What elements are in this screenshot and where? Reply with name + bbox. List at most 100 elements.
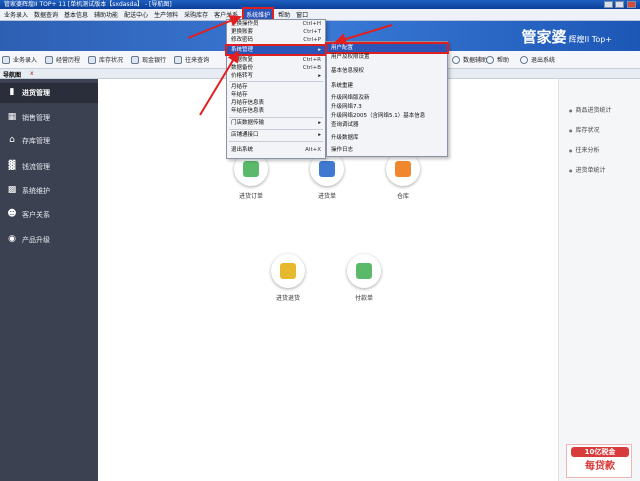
- badge-bottom-text: 每贷款: [585, 461, 615, 472]
- menu-item-data-restore[interactable]: 数据恢复 Ctrl+R: [227, 56, 325, 64]
- tool-label: 经营历程: [56, 57, 81, 64]
- tab-navigation[interactable]: 导航图: [3, 70, 21, 79]
- sales-icon: ▦: [7, 112, 17, 122]
- menu-item-label: 修改密码: [231, 37, 254, 43]
- menu-item-shortcut: Ctrl+R: [302, 57, 321, 63]
- menu-help[interactable]: 帮助: [278, 10, 290, 19]
- exit-icon: [520, 55, 528, 64]
- warehouse-icon: [395, 161, 411, 177]
- link-stock-status[interactable]: 库存状况: [569, 125, 600, 134]
- close-button[interactable]: [627, 1, 636, 8]
- tab-close-icon[interactable]: x: [30, 70, 34, 77]
- sidebar-item-warehouse[interactable]: ⌂ 存库管理: [0, 131, 98, 151]
- sidebar-item-cashflow[interactable]: ▓ 钱流管理: [0, 157, 98, 177]
- tile-label: 仓库: [396, 193, 409, 200]
- tile-purchase-order[interactable]: 进货订单: [231, 152, 271, 200]
- submenu-item-basic-auth[interactable]: 基本信息授权: [327, 67, 447, 75]
- tile-purchase-bill[interactable]: 进货单: [307, 152, 347, 200]
- assist-icon: [452, 55, 460, 64]
- window-title: 管家婆辉煌II TOP+ 11 [单机测试版本【sxdasda】 - [导航图]: [4, 1, 172, 8]
- submenu-item-upgrade-network[interactable]: 升级网络版及新: [327, 94, 447, 102]
- tool-dealings[interactable]: 往来查询: [174, 55, 209, 64]
- menu-item-label: 年结存: [231, 92, 248, 98]
- menu-item-store-transfer[interactable]: 门店数据传输 ▸: [227, 119, 325, 127]
- menu-separator: [229, 81, 323, 82]
- history-icon: [45, 55, 54, 64]
- menu-item-switch-operator[interactable]: 更换操作员 Ctrl+H: [227, 20, 325, 28]
- menu-purchase[interactable]: 采购库存: [184, 10, 208, 19]
- sidebar: ▮ 进货管理 ▦ 销售管理 ⌂ 存库管理 ▓ 钱流管理 ▩ 系统维护 ☻ 客户关…: [0, 79, 98, 481]
- sidebar-item-system[interactable]: ▩ 系统维护: [0, 181, 98, 201]
- tile-circle: [386, 152, 420, 186]
- link-bill-stats[interactable]: 进货单统计: [569, 165, 606, 174]
- submenu-item-upgrade-db[interactable]: 升级数据库: [327, 134, 447, 142]
- menu-item-month-close-info[interactable]: 月结存信息表: [227, 99, 325, 107]
- truck-icon: [319, 161, 335, 177]
- submenu-item-user-config[interactable]: 用户配置: [325, 42, 449, 54]
- menu-item-system-admin[interactable]: 系统管理 ▸: [225, 44, 327, 56]
- menu-assist[interactable]: 辅助功能: [94, 10, 118, 19]
- menu-item-label: 更换操作员: [231, 21, 259, 27]
- truck-icon: ▮: [9, 87, 15, 97]
- tool-history[interactable]: 经营历程: [45, 55, 80, 64]
- submenu-item-rebuild[interactable]: 系统重建: [327, 82, 447, 90]
- tool-label: 数据辅助: [463, 57, 488, 64]
- menu-item-exit[interactable]: 退出系统 Alt+X: [227, 146, 325, 154]
- badge-top-text: 10亿税金: [571, 447, 629, 457]
- menu-item-change-password[interactable]: 修改密码 Ctrl+P: [227, 36, 325, 44]
- tool-label: 业务录入: [13, 57, 38, 64]
- tile-payment[interactable]: 付款单: [344, 254, 384, 302]
- tool-stock[interactable]: 库存状况: [88, 55, 123, 64]
- tile-warehouse[interactable]: 仓库: [383, 152, 423, 200]
- maximize-button[interactable]: [615, 1, 624, 8]
- menu-window[interactable]: 窗口: [296, 10, 308, 19]
- submenu-item-oplog[interactable]: 操作日志: [327, 146, 447, 154]
- menu-business[interactable]: 业务录入: [4, 10, 28, 19]
- menu-item-label: 更换账套: [231, 29, 254, 35]
- menu-item-switch-ledger[interactable]: 更换账套 Ctrl+T: [227, 28, 325, 36]
- submenu-item-debugger[interactable]: 查询调试器: [327, 121, 447, 129]
- submenu-item-permissions[interactable]: 用户及权限设置: [327, 53, 447, 61]
- menu-item-shop-interface[interactable]: 店铺通接口 ▸: [227, 131, 325, 139]
- menu-crm[interactable]: 客户关系: [214, 10, 238, 19]
- menu-item-month-close[interactable]: 月结存: [227, 83, 325, 91]
- tile-label: 付款单: [354, 295, 373, 302]
- tool-business-entry[interactable]: 业务录入: [2, 55, 37, 64]
- sidebar-item-label: 钱流管理: [22, 163, 50, 171]
- sidebar-item-crm[interactable]: ☻ 客户关系: [0, 205, 98, 225]
- tool-label: 现金银行: [142, 57, 167, 64]
- entry-icon: [2, 55, 10, 64]
- menu-query[interactable]: 数据查询: [34, 10, 58, 19]
- tool-label: 库存状况: [99, 57, 124, 64]
- menu-item-data-backup[interactable]: 数据备份 Ctrl+B: [227, 64, 325, 72]
- submenu-item-upgrade-73[interactable]: 升级网络7.3: [327, 103, 447, 111]
- tool-data-assist[interactable]: 数据辅助: [452, 55, 487, 64]
- sidebar-item-label: 进货管理: [22, 89, 50, 97]
- tool-help[interactable]: 帮助: [486, 55, 509, 64]
- submenu-item-upgrade-2005[interactable]: 升级网络2005（含网络5.1）基本信息: [327, 112, 447, 120]
- menu-basic-info[interactable]: 基本信息: [64, 10, 88, 19]
- menu-item-label: 数据备份: [231, 65, 254, 71]
- menu-item-shortcut: Ctrl+T: [303, 29, 321, 35]
- tile-label: 进货退货: [275, 295, 300, 302]
- menu-separator: [229, 141, 323, 142]
- sidebar-item-sales[interactable]: ▦ 销售管理: [0, 108, 98, 128]
- link-purchase-stats[interactable]: 商品进货统计: [569, 105, 612, 114]
- menu-item-label: 价格转写: [231, 73, 254, 79]
- menu-delivery[interactable]: 配送中心: [124, 10, 148, 19]
- tool-cash-bank[interactable]: 现金银行: [131, 55, 166, 64]
- link-dealings-analysis[interactable]: 往来分析: [569, 145, 600, 154]
- menu-item-year-close-info[interactable]: 年结存信息表: [227, 107, 325, 115]
- sidebar-item-upgrade[interactable]: ◉ 产品升级: [0, 230, 98, 250]
- upgrade-icon: ◉: [8, 234, 16, 244]
- menu-production[interactable]: 生产领料: [154, 10, 178, 19]
- tile-purchase-return[interactable]: 进货退货: [268, 254, 308, 302]
- menu-item-label: 月结存信息表: [231, 100, 265, 106]
- menu-item-year-close[interactable]: 年结存: [227, 91, 325, 99]
- submenu-arrow-icon: ▸: [318, 120, 321, 126]
- sidebar-item-purchase[interactable]: ▮ 进货管理: [0, 83, 98, 103]
- tool-exit[interactable]: 退出系统: [520, 55, 555, 64]
- tile-circle: [271, 254, 305, 288]
- minimize-button[interactable]: [604, 1, 613, 8]
- menu-item-price-rewrite[interactable]: 价格转写 ▸: [227, 72, 325, 80]
